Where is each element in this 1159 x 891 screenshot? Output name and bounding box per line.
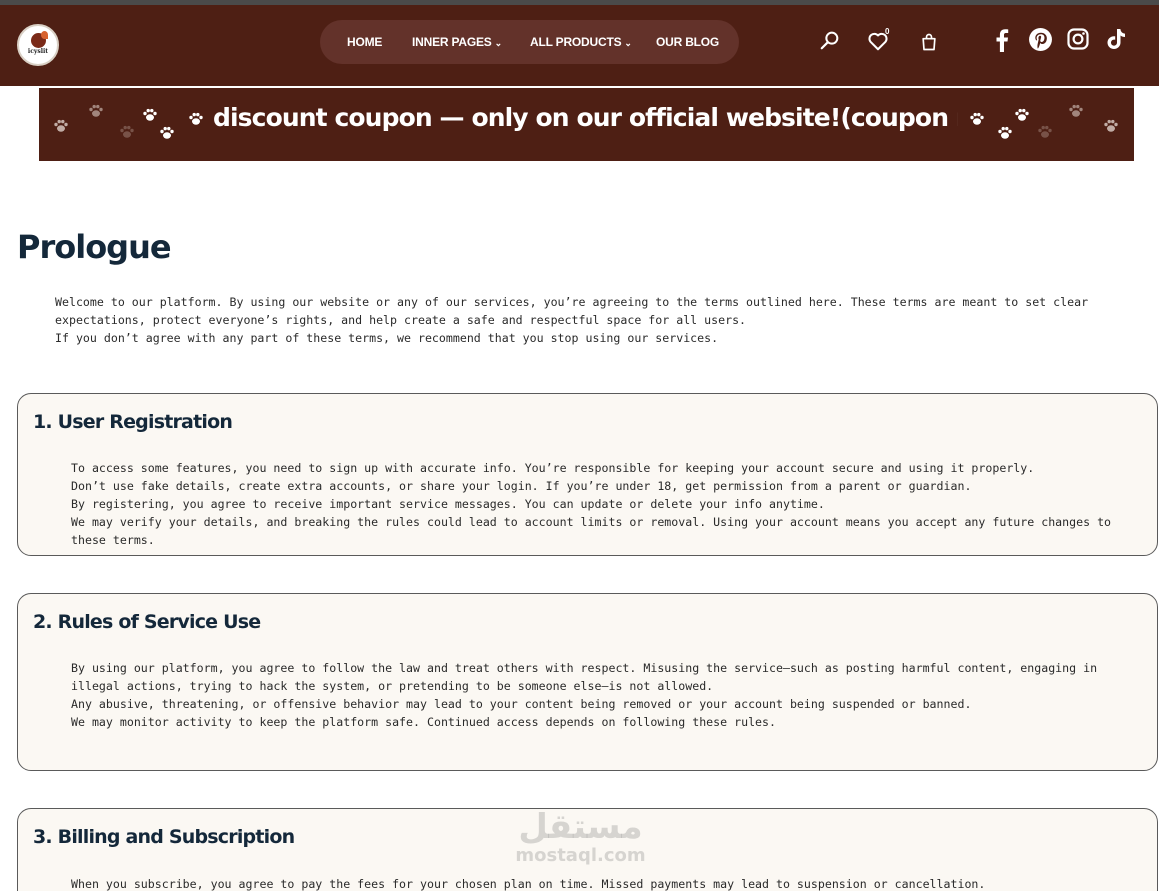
coupon-banner: discount coupon — only on our official w… — [39, 88, 1134, 161]
terms-section-billing-and-subscription: 3. Billing and Subscription When you sub… — [17, 808, 1158, 891]
section-body: When you subscribe, you agree to pay the… — [71, 875, 1131, 891]
coupon-banner-text: discount coupon — only on our official w… — [213, 103, 958, 132]
paw-icon — [1103, 118, 1119, 134]
logo-text: icyslit — [27, 48, 49, 55]
paw-icon — [88, 103, 104, 119]
tiktok-icon[interactable] — [1104, 27, 1128, 51]
paw-icon — [159, 125, 175, 141]
nav-item-all-products[interactable]: ALL PRODUCTS ⌄ — [530, 20, 632, 64]
paw-icon — [1037, 124, 1053, 140]
logo-ear-icon — [41, 31, 48, 39]
wishlist-count: 0 — [885, 27, 890, 36]
section-body: By using our platform, you agree to foll… — [71, 659, 1131, 731]
pinterest-icon[interactable] — [1028, 27, 1053, 52]
paw-icon — [969, 111, 985, 127]
paw-icon — [119, 124, 135, 140]
instagram-icon[interactable] — [1066, 27, 1090, 51]
site-logo[interactable]: icyslit — [17, 24, 59, 66]
paw-icon — [188, 111, 204, 127]
section-paragraph: By using our platform, you agree to foll… — [71, 661, 1098, 693]
terms-section-user-registration: 1. User Registration To access some feat… — [17, 393, 1158, 556]
chevron-down-icon: ⌄ — [624, 38, 632, 48]
chevron-down-icon: ⌄ — [494, 38, 503, 48]
nav-item-home[interactable]: HOME — [347, 20, 382, 64]
search-icon[interactable] — [819, 29, 841, 51]
section-title: 1. User Registration — [33, 411, 233, 433]
paw-icon — [1068, 103, 1084, 119]
section-title: 3. Billing and Subscription — [33, 826, 295, 848]
paw-icon — [142, 107, 158, 123]
nav-item-label: ALL PRODUCTS — [530, 35, 622, 49]
paw-icon — [53, 118, 69, 134]
section-paragraph: Any abusive, threatening, or offensive b… — [71, 697, 972, 711]
paw-icon — [1014, 107, 1030, 123]
intro-paragraph: If you don’t agree with any part of thes… — [55, 331, 719, 345]
page-title: Prologue — [17, 228, 172, 266]
section-paragraph: By registering, you agree to receive imp… — [71, 497, 825, 511]
section-body: To access some features, you need to sig… — [71, 459, 1131, 549]
section-paragraph: Don’t use fake details, create extra acc… — [71, 479, 972, 493]
section-paragraph: We may monitor activity to keep the plat… — [71, 715, 776, 729]
bag-icon[interactable] — [919, 32, 939, 52]
section-title: 2. Rules of Service Use — [33, 611, 261, 633]
terms-section-rules-of-service-use: 2. Rules of Service Use By using our pla… — [17, 593, 1158, 771]
nav-item-inner-pages[interactable]: INNER PAGES ⌄ — [412, 20, 502, 64]
facebook-icon[interactable] — [990, 27, 1014, 53]
nav-item-label: HOME — [347, 35, 383, 49]
section-paragraph: When you subscribe, you agree to pay the… — [71, 877, 986, 891]
nav-item-our-blog[interactable]: OUR BLOG — [656, 20, 719, 64]
site-header: icyslit HOME INNER PAGES ⌄ ALL PRODUCTS ⌄ … — [0, 5, 1159, 86]
nav-item-label: INNER PAGES — [412, 35, 492, 49]
paw-icon — [997, 125, 1013, 141]
section-paragraph: We may verify your details, and breaking… — [71, 515, 1112, 547]
section-paragraph: To access some features, you need to sig… — [71, 461, 1035, 475]
nav-item-label: OUR BLOG — [656, 35, 720, 49]
intro-text: Welcome to our platform. By using our we… — [55, 293, 1159, 347]
main-nav: HOME INNER PAGES ⌄ ALL PRODUCTS ⌄ OUR BLOG — [320, 20, 739, 64]
intro-paragraph: Welcome to our platform. By using our we… — [55, 295, 1089, 327]
